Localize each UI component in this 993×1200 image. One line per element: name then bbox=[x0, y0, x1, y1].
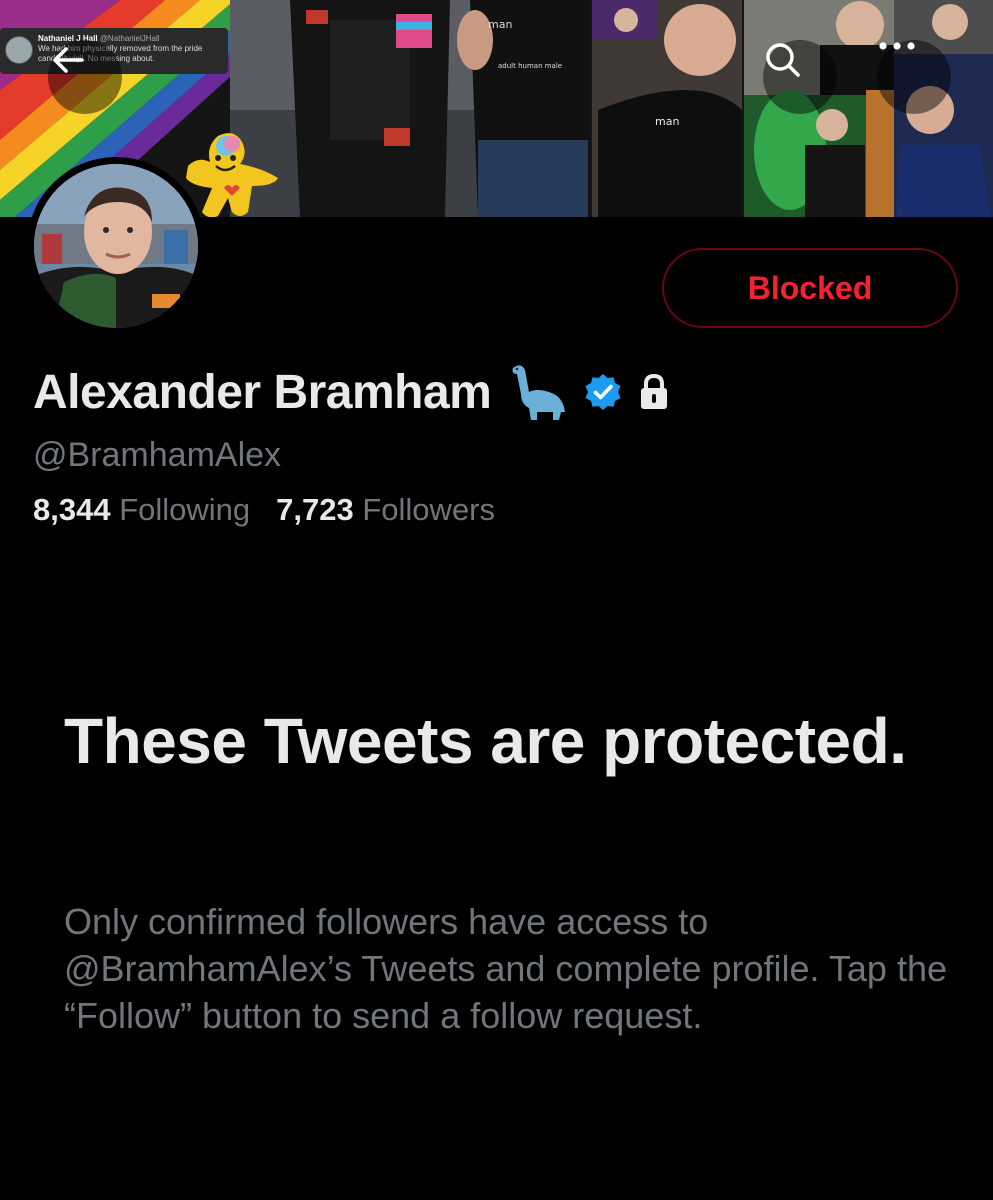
quote-avatar bbox=[5, 36, 33, 64]
sauropod-emoji-icon bbox=[512, 365, 566, 420]
following-link[interactable]: 8,344 Following bbox=[33, 492, 250, 528]
avatar-photo bbox=[34, 164, 198, 328]
svg-text:adult human male: adult human male bbox=[498, 62, 562, 70]
profile-name-row: Alexander Bramham bbox=[33, 362, 671, 422]
profile-avatar[interactable] bbox=[27, 157, 205, 335]
followers-count: 7,723 bbox=[276, 492, 354, 527]
more-horizontal-icon bbox=[879, 42, 915, 50]
following-count: 8,344 bbox=[33, 492, 111, 527]
search-button[interactable] bbox=[763, 40, 837, 114]
protected-tweets-title: These Tweets are protected. bbox=[64, 705, 907, 777]
more-options-button[interactable] bbox=[877, 40, 951, 114]
following-label: Following bbox=[119, 492, 251, 527]
back-arrow-icon bbox=[53, 47, 84, 73]
lock-icon bbox=[641, 373, 668, 409]
blocked-button[interactable]: Blocked bbox=[662, 248, 958, 328]
protected-tweets-description: Only confirmed followers have access to … bbox=[64, 901, 948, 1036]
banner-shirt-text: man bbox=[488, 18, 512, 31]
search-icon bbox=[766, 43, 800, 77]
display-name: Alexander Bramham bbox=[33, 365, 492, 419]
svg-text:man: man bbox=[655, 115, 679, 128]
profile-handle: @BramhamAlex bbox=[33, 436, 282, 474]
followers-label: Followers bbox=[362, 492, 496, 527]
followers-link[interactable]: 7,723 Followers bbox=[276, 492, 495, 528]
profile-stats: 8,344 Following 7,723 Followers bbox=[33, 492, 495, 528]
quote-handle: @NathanielJHall bbox=[99, 34, 160, 43]
back-button[interactable] bbox=[48, 40, 122, 114]
verified-badge-icon bbox=[585, 374, 621, 410]
